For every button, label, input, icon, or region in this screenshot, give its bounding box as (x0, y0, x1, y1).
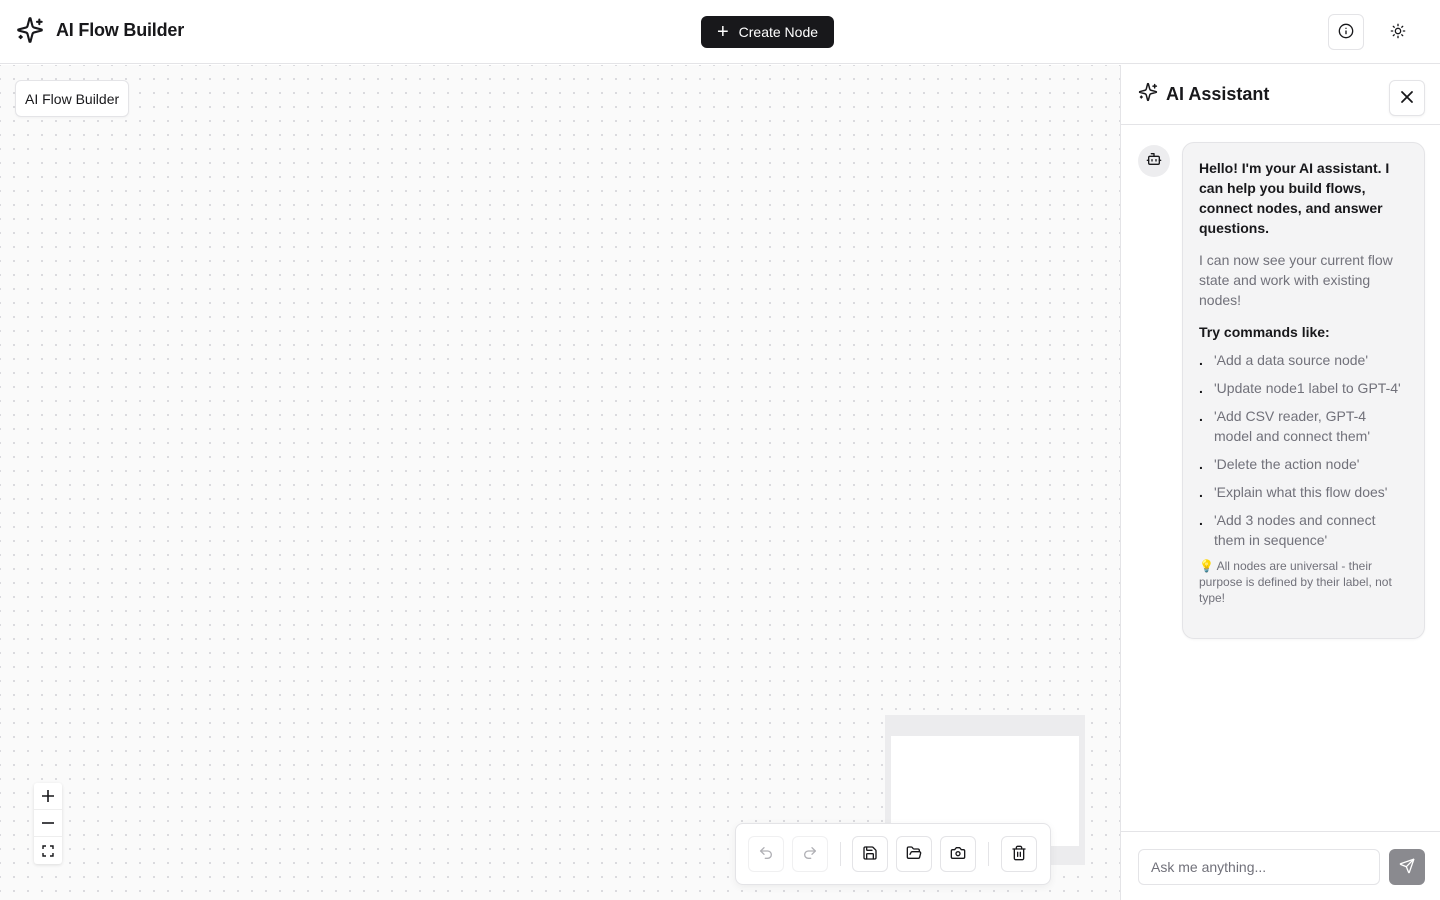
app-header: AI Flow Builder + Create Node (0, 0, 1440, 64)
greeting-text: Hello! I'm your AI assistant. I can help… (1199, 160, 1390, 236)
undo-icon (758, 845, 774, 864)
list-item: . 'Explain what this flow does' (1199, 484, 1388, 500)
brand: AI Flow Builder (16, 16, 184, 44)
list-item: . 'Add 3 nodes and connect them in sequen… (1199, 512, 1376, 548)
zoom-controls (34, 783, 62, 864)
assistant-header: AI Assistant (1121, 65, 1440, 125)
capability-text: I can now see your current flow state an… (1199, 252, 1393, 308)
assistant-title-label: AI Assistant (1166, 84, 1270, 104)
plus-icon: + (716, 21, 729, 43)
send-icon (1399, 858, 1415, 877)
sparkles-icon (1138, 82, 1158, 107)
close-icon (1400, 90, 1414, 107)
chat-input[interactable] (1138, 849, 1380, 885)
toolbar-divider (840, 842, 841, 866)
canvas-title-badge: AI Flow Builder (15, 80, 130, 117)
close-panel-button[interactable] (1389, 80, 1425, 116)
bot-avatar (1138, 145, 1170, 177)
zoom-in-button[interactable] (34, 783, 62, 810)
zoom-out-button[interactable] (34, 810, 62, 837)
folder-open-icon (906, 845, 922, 864)
trash-icon (1011, 845, 1027, 864)
undo-button[interactable] (748, 836, 784, 872)
redo-button[interactable] (792, 836, 828, 872)
fit-view-button[interactable] (34, 837, 62, 864)
open-button[interactable] (896, 836, 932, 872)
screenshot-button[interactable] (940, 836, 976, 872)
command-list: . 'Add a data source node' . 'Update node1… (1199, 350, 1408, 550)
ai-assistant-panel: AI Assistant Hello! I'm your AI assistan… (1120, 65, 1440, 900)
flow-toolbar (735, 823, 1051, 885)
bot-icon (1146, 151, 1162, 172)
app-title: AI Flow Builder (56, 19, 185, 40)
toolbar-divider (988, 842, 989, 866)
tip-note: 💡 All nodes are universal - their purpos… (1199, 559, 1392, 605)
list-item: . 'Delete the action node' (1199, 456, 1360, 472)
delete-button[interactable] (1001, 836, 1037, 872)
commands-heading: Try commands like: (1199, 324, 1330, 340)
list-item: . 'Update node1 label to GPT-4' (1199, 380, 1401, 396)
camera-icon (950, 845, 966, 864)
sun-icon (1390, 23, 1406, 42)
info-button[interactable] (1328, 14, 1364, 50)
send-button[interactable] (1389, 849, 1425, 885)
save-icon (862, 845, 878, 864)
info-icon (1338, 23, 1354, 42)
theme-toggle-button[interactable] (1380, 14, 1416, 50)
chat-input-bar (1121, 831, 1440, 900)
list-item: . 'Add a data source node' (1199, 352, 1369, 368)
sparkles-icon (16, 16, 44, 44)
list-item: . 'Add CSV reader, GPT-4 model and connec… (1199, 408, 1370, 444)
assistant-message: Hello! I'm your AI assistant. I can help… (1182, 142, 1425, 639)
assistant-title: AI Assistant (1138, 82, 1269, 107)
redo-icon (802, 845, 818, 864)
save-button[interactable] (852, 836, 888, 872)
flow-canvas[interactable]: AI Flow Builder (0, 65, 1120, 900)
create-node-button[interactable]: + Create Node (701, 16, 834, 48)
create-node-label: Create Node (738, 24, 819, 40)
